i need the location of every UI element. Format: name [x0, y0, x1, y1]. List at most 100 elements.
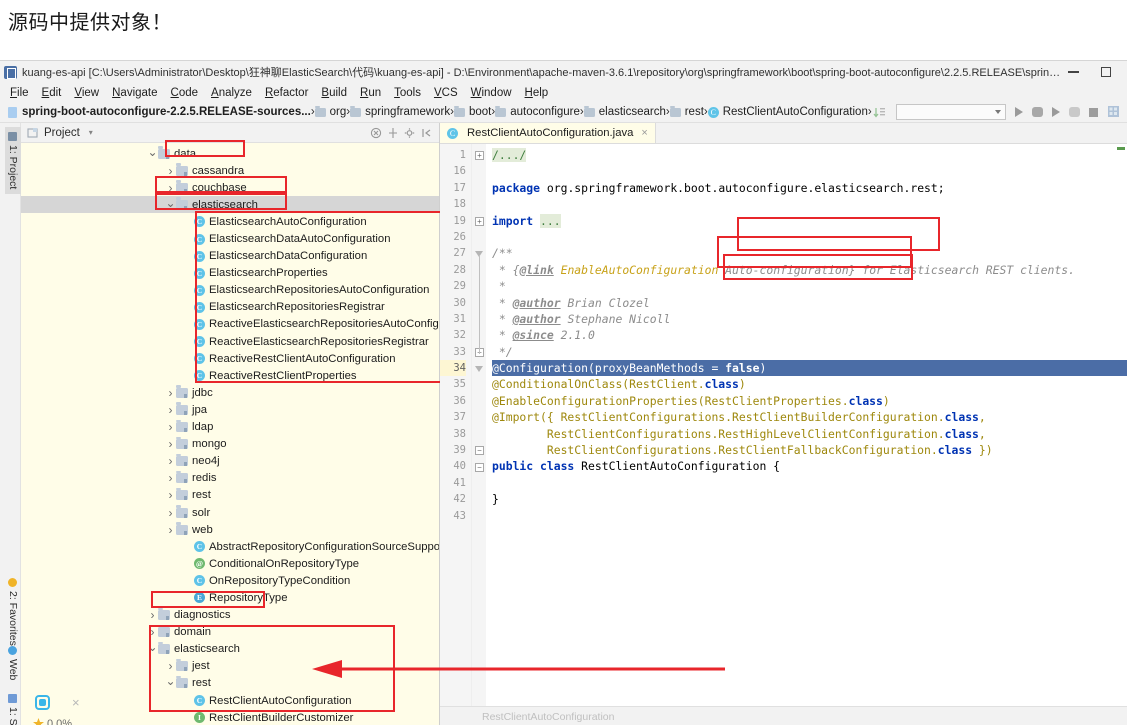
- tree-node[interactable]: rest: [21, 675, 439, 692]
- inspection-icon[interactable]: [35, 695, 50, 710]
- tool-tab-structure[interactable]: 1: Structure: [5, 689, 21, 725]
- chevron-down-icon[interactable]: [165, 676, 176, 690]
- tree-node[interactable]: solr: [21, 504, 439, 521]
- tree-node[interactable]: C ElasticsearchDataAutoConfiguration: [21, 230, 439, 247]
- tree-node[interactable]: C ReactiveElasticsearchRepositoriesRegist…: [21, 333, 439, 350]
- expand-icon[interactable]: [387, 127, 399, 139]
- chevron-down-icon[interactable]: [165, 198, 176, 212]
- menu-item-run[interactable]: Run: [360, 87, 381, 99]
- chevron-right-icon[interactable]: [165, 659, 176, 673]
- menu-item-build[interactable]: Build: [321, 87, 347, 99]
- menu-item-file[interactable]: File: [10, 87, 29, 99]
- chevron-right-icon[interactable]: [165, 403, 176, 417]
- minimize-button[interactable]: [1068, 71, 1079, 73]
- tree-node[interactable]: C AbstractRepositoryConfigurationSourceSu…: [21, 538, 439, 555]
- tree-node[interactable]: C OnRepositoryTypeCondition: [21, 572, 439, 589]
- chevron-right-icon[interactable]: [165, 454, 176, 468]
- breadcrumb-item[interactable]: rest: [669, 105, 704, 118]
- debug-icon[interactable]: [1032, 107, 1043, 117]
- run-with-coverage-icon[interactable]: [1052, 107, 1060, 117]
- tree-node[interactable]: elasticsearch: [21, 196, 439, 214]
- fold-marker[interactable]: +: [475, 151, 484, 160]
- chevron-right-icon[interactable]: [165, 420, 176, 434]
- stop-icon[interactable]: [1089, 107, 1098, 117]
- tree-node[interactable]: ldap: [21, 419, 439, 436]
- fold-marker[interactable]: [475, 366, 483, 373]
- menu-item-analyze[interactable]: Analyze: [211, 87, 252, 99]
- tree-node[interactable]: data: [21, 145, 439, 162]
- tree-node[interactable]: E RepositoryType: [21, 589, 439, 606]
- breadcrumb-item[interactable]: spring-boot-autoconfigure-2.2.5.RELEASE-…: [8, 106, 311, 118]
- chevron-right-icon[interactable]: [165, 523, 176, 537]
- chevron-right-icon[interactable]: [147, 625, 158, 639]
- tree-node[interactable]: couchbase: [21, 179, 439, 196]
- menu-item-refactor[interactable]: Refactor: [265, 87, 308, 99]
- tree-node[interactable]: web: [21, 521, 439, 538]
- tree-node[interactable]: C ReactiveRestClientAutoConfiguration: [21, 350, 439, 367]
- menu-item-help[interactable]: Help: [525, 87, 549, 99]
- scrollbar-marker[interactable]: [1117, 147, 1125, 150]
- menu-item-navigate[interactable]: Navigate: [112, 87, 157, 99]
- tool-tab-favorites[interactable]: 2: Favorites: [5, 573, 21, 651]
- tree-node[interactable]: diagnostics: [21, 607, 439, 624]
- tool-tab-project[interactable]: 1: Project: [5, 127, 21, 195]
- breadcrumb-item[interactable]: autoconfigure: [495, 105, 580, 118]
- database-icon[interactable]: [1107, 105, 1121, 119]
- tree-node[interactable]: redis: [21, 470, 439, 487]
- tree-node[interactable]: C ElasticsearchAutoConfiguration: [21, 213, 439, 230]
- editor-tab[interactable]: C RestClientAutoConfiguration.java ×: [440, 123, 656, 143]
- tree-node[interactable]: C ReactiveRestClientProperties: [21, 367, 439, 384]
- project-tree[interactable]: data cassandra couchbase elasticsearch C Elas…: [21, 143, 439, 725]
- close-icon[interactable]: ×: [72, 695, 80, 710]
- tree-node[interactable]: C ElasticsearchDataConfiguration: [21, 248, 439, 265]
- gear-icon[interactable]: [404, 127, 416, 139]
- menu-item-vcs[interactable]: VCS: [434, 87, 458, 99]
- chevron-down-icon[interactable]: ▾: [85, 127, 97, 139]
- chevron-right-icon[interactable]: [165, 488, 176, 502]
- menu-item-tools[interactable]: Tools: [394, 87, 421, 99]
- tree-node[interactable]: cassandra: [21, 162, 439, 179]
- tree-node[interactable]: C ReactiveElasticsearchRepositoriesAutoCo…: [21, 316, 439, 333]
- tree-node[interactable]: jpa: [21, 401, 439, 418]
- tree-node[interactable]: C RestClientAutoConfiguration: [21, 692, 439, 709]
- run-icon[interactable]: [1015, 107, 1023, 117]
- tree-node[interactable]: elasticsearch: [21, 641, 439, 658]
- tree-node[interactable]: neo4j: [21, 453, 439, 470]
- hide-panel-icon[interactable]: [421, 127, 433, 139]
- chevron-down-icon[interactable]: [147, 147, 158, 161]
- chevron-down-icon[interactable]: [147, 642, 158, 656]
- tree-node[interactable]: jest: [21, 658, 439, 675]
- sort-icon[interactable]: [873, 105, 887, 119]
- tree-node[interactable]: @ ConditionalOnRepositoryType: [21, 555, 439, 572]
- fold-marker[interactable]: −: [475, 446, 484, 456]
- chevron-right-icon[interactable]: [165, 181, 176, 195]
- profile-icon[interactable]: [1069, 107, 1080, 117]
- code-folding-column[interactable]: ++−−−: [472, 144, 486, 706]
- menu-item-view[interactable]: View: [74, 87, 99, 99]
- code-content[interactable]: /.../ package org.springframework.boot.a…: [486, 144, 1127, 706]
- close-icon[interactable]: ×: [641, 127, 647, 139]
- code-area[interactable]: 1 16 17 18 19 26 27 28 29 30 31 32 33 34 35 36 37 38 39 40 4…: [440, 144, 1127, 706]
- breadcrumb-item[interactable]: springframework: [350, 105, 450, 118]
- tool-tab-web[interactable]: Web: [5, 641, 21, 685]
- run-configuration-select[interactable]: [896, 104, 1006, 120]
- breadcrumb-item[interactable]: boot: [453, 105, 491, 118]
- chevron-right-icon[interactable]: [147, 608, 158, 622]
- tree-node[interactable]: jdbc: [21, 384, 439, 401]
- breadcrumb-item[interactable]: C RestClientAutoConfiguration: [707, 106, 868, 118]
- maximize-button[interactable]: [1101, 67, 1111, 77]
- menu-item-code[interactable]: Code: [171, 87, 199, 99]
- tree-node[interactable]: domain: [21, 624, 439, 641]
- tree-node[interactable]: I RestClientBuilderCustomizer: [21, 709, 439, 725]
- tree-node[interactable]: C ElasticsearchRepositoriesRegistrar: [21, 299, 439, 316]
- breadcrumb-item[interactable]: org: [314, 105, 346, 118]
- tree-node[interactable]: rest: [21, 487, 439, 504]
- fold-marker[interactable]: +: [475, 216, 484, 226]
- collapse-all-icon[interactable]: [370, 127, 382, 139]
- chevron-right-icon[interactable]: [165, 437, 176, 451]
- breadcrumb-item[interactable]: elasticsearch: [583, 105, 666, 118]
- chevron-right-icon[interactable]: [165, 164, 176, 178]
- tree-node[interactable]: C ElasticsearchRepositoriesAutoConfigurat…: [21, 282, 439, 299]
- menu-item-edit[interactable]: Edit: [42, 87, 62, 99]
- tree-node[interactable]: mongo: [21, 436, 439, 453]
